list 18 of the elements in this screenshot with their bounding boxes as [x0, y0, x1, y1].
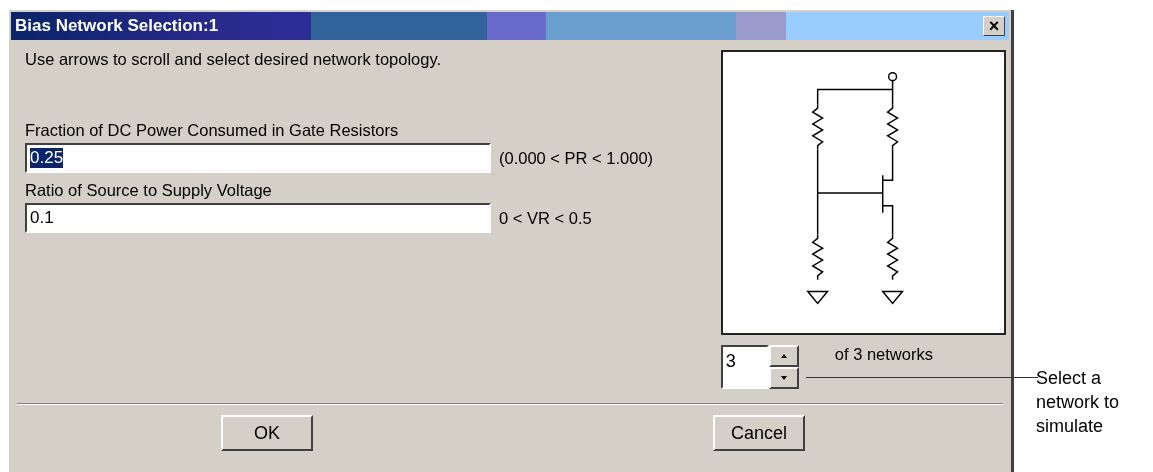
field-label: Ratio of Source to Supply Voltage [25, 181, 273, 200]
instruction-text: Use arrows to scroll and select desired network topology. [25, 50, 443, 69]
range-text: (0.000 < PR < 1.000) [499, 148, 654, 168]
spin-down-button[interactable] [768, 367, 799, 389]
network-number-field[interactable]: 3 [720, 345, 769, 389]
ok-button[interactable]: OK [221, 415, 313, 451]
network-count-text: of 3 networks [834, 345, 933, 364]
close-button[interactable]: × [983, 16, 1005, 36]
up-arrow-icon [780, 354, 787, 358]
field-label: Fraction of DC Power Consumed in Gate Resistors [25, 121, 400, 140]
callout-text: Select a network to simulate [1036, 367, 1121, 438]
down-arrow-icon [780, 376, 787, 380]
window-title: Bias Network Selection:1 [15, 16, 219, 36]
input-field[interactable]: 0.25 [25, 143, 491, 173]
cancel-button[interactable]: Cancel [713, 415, 805, 451]
input-field[interactable]: 0.1 [25, 203, 491, 233]
spin-up-button[interactable] [768, 345, 799, 367]
range-text: 0 < VR < 0.5 [499, 208, 592, 228]
